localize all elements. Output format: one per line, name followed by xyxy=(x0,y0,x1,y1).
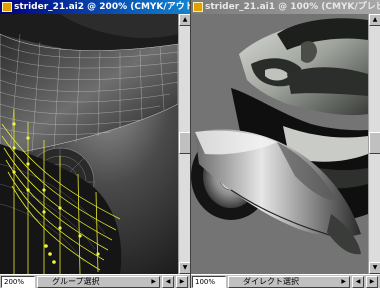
right-window-title: strider_21.ai1 @ 100% (CMYK/プレビュー xyxy=(205,2,380,12)
left-vertical-scrollbar[interactable]: ▲ ▼ xyxy=(178,14,190,274)
right-artboard-canvas[interactable] xyxy=(191,14,368,274)
document-window-preview[interactable]: strider_21.ai1 @ 100% (CMYK/プレビュー xyxy=(191,0,380,288)
scroll-right-icon[interactable]: ▶ xyxy=(366,276,378,288)
motorcycle-outline-artwork xyxy=(0,14,178,274)
scroll-up-icon[interactable]: ▲ xyxy=(179,14,190,26)
document-icon xyxy=(2,2,12,12)
scroll-down-icon[interactable]: ▼ xyxy=(179,262,190,274)
left-status-mode-dropdown[interactable]: グループ選択 ▶ xyxy=(37,276,160,288)
scroll-up-icon[interactable]: ▲ xyxy=(369,14,380,26)
scroll-right-icon[interactable]: ▶ xyxy=(176,276,188,288)
right-window-titlebar[interactable]: strider_21.ai1 @ 100% (CMYK/プレビュー xyxy=(191,0,380,14)
left-zoom-field[interactable]: 200% xyxy=(1,276,35,288)
dropdown-arrow-icon: ▶ xyxy=(151,278,156,285)
scroll-left-icon[interactable]: ◀ xyxy=(162,276,174,288)
document-icon xyxy=(193,2,203,12)
left-artboard-canvas[interactable] xyxy=(0,14,178,274)
right-vertical-scrollbar[interactable]: ▲ ▼ xyxy=(368,14,380,274)
document-window-outline[interactable]: strider_21.ai2 @ 200% (CMYK/アウトライン) xyxy=(0,0,190,288)
scroll-left-icon[interactable]: ◀ xyxy=(352,276,364,288)
left-status-mode-label: グループ選択 xyxy=(52,277,100,286)
dropdown-arrow-icon: ▶ xyxy=(341,278,346,285)
right-zoom-field[interactable]: 100% xyxy=(192,276,226,288)
left-window-title: strider_21.ai2 @ 200% (CMYK/アウトライン) xyxy=(14,2,190,12)
left-window-titlebar[interactable]: strider_21.ai2 @ 200% (CMYK/アウトライン) xyxy=(0,0,190,14)
left-status-bar: 200% グループ選択 ▶ ◀ ▶ xyxy=(0,274,190,288)
right-scroll-thumb[interactable] xyxy=(369,132,380,154)
scroll-down-icon[interactable]: ▼ xyxy=(369,262,380,274)
motorcycle-preview-artwork xyxy=(191,14,368,274)
left-scroll-thumb[interactable] xyxy=(179,132,190,154)
right-status-mode-label: ダイレクト選択 xyxy=(243,277,299,286)
right-status-mode-dropdown[interactable]: ダイレクト選択 ▶ xyxy=(228,276,350,288)
right-status-bar: 100% ダイレクト選択 ▶ ◀ ▶ xyxy=(191,274,380,288)
